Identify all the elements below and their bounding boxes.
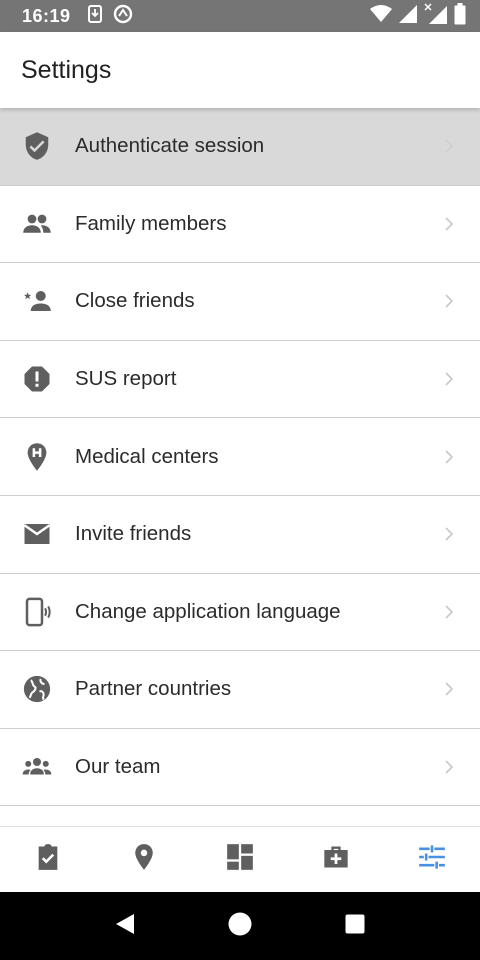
nav-location[interactable]	[96, 827, 192, 892]
chevron-right-icon	[444, 372, 454, 386]
nav-checklist[interactable]	[0, 827, 96, 892]
nav-dashboard[interactable]	[192, 827, 288, 892]
settings-item-label: SUS report	[75, 367, 177, 391]
battery-icon	[454, 2, 466, 30]
settings-item-label: Family members	[75, 211, 227, 235]
settings-item-label: Close friends	[75, 289, 195, 313]
system-navigation-bar	[0, 892, 480, 960]
system-recents-button[interactable]	[298, 892, 413, 960]
location-pin-icon	[130, 843, 158, 876]
chevron-right-icon	[444, 294, 454, 309]
settings-item-invite-friends[interactable]: Invite friends	[0, 495, 480, 574]
phone-vibrate-icon	[20, 595, 54, 629]
settings-item-authenticate-session[interactable]: Authenticate session	[0, 108, 480, 186]
people-icon	[20, 207, 54, 241]
settings-list: Authenticate session Family members Clos…	[0, 108, 480, 826]
home-circle-icon	[227, 911, 253, 942]
settings-item-label: Our team	[75, 755, 161, 779]
signal-icon	[398, 4, 418, 29]
chevron-right-icon	[444, 682, 454, 697]
settings-item-label: Change application language	[75, 599, 341, 623]
settings-item-label: Invite friends	[75, 522, 192, 546]
settings-item-partner-countries[interactable]: Partner countries	[0, 651, 480, 729]
page-title: Settings	[21, 55, 112, 84]
settings-item-label: Partner countries	[75, 677, 232, 701]
shield-check-icon	[20, 129, 54, 163]
recents-square-icon	[344, 913, 366, 940]
chevron-right-icon	[444, 527, 454, 541]
nav-settings[interactable]	[384, 827, 480, 892]
system-home-button[interactable]	[183, 892, 298, 960]
status-notification-icons	[87, 4, 133, 29]
settings-item-sus-report[interactable]: SUS report	[0, 340, 480, 419]
mail-icon	[20, 517, 54, 551]
report-alert-icon	[20, 362, 54, 396]
chevron-right-icon	[444, 139, 454, 153]
screen: 16:19 Settings Authenticate session Fami…	[0, 0, 480, 960]
hospital-pin-icon	[20, 440, 54, 474]
dashboard-icon	[226, 843, 254, 876]
settings-item-change-language[interactable]: Change application language	[0, 573, 480, 652]
sync-notification-icon	[113, 4, 133, 29]
settings-item-label: Authenticate session	[75, 134, 265, 158]
status-system-icons	[370, 2, 466, 30]
settings-sliders-icon	[418, 843, 446, 876]
settings-item-family-members[interactable]: Family members	[0, 185, 480, 264]
settings-item-label: Medical centers	[75, 444, 219, 468]
chevron-right-icon	[444, 217, 454, 231]
back-triangle-icon	[114, 912, 136, 941]
star-person-icon	[20, 284, 54, 318]
signal-no-service-icon	[424, 2, 448, 30]
app-bar: Settings	[0, 32, 480, 108]
nav-medical[interactable]	[288, 827, 384, 892]
settings-item-our-team[interactable]: Our team	[0, 728, 480, 807]
settings-item-medical-centers[interactable]: Medical centers	[0, 418, 480, 496]
chevron-right-icon	[444, 760, 454, 774]
settings-item-close-friends[interactable]: Close friends	[0, 263, 480, 341]
download-notification-icon	[87, 4, 103, 28]
wifi-icon	[370, 4, 392, 28]
medical-bag-icon	[322, 843, 350, 876]
status-time: 16:19	[22, 5, 71, 26]
status-bar: 16:19	[0, 0, 480, 32]
system-back-button[interactable]	[68, 892, 183, 960]
chevron-right-icon	[444, 450, 454, 464]
globe-icon	[20, 672, 54, 706]
chevron-right-icon	[444, 605, 454, 619]
bottom-navigation	[0, 826, 480, 892]
group-icon	[20, 750, 54, 784]
checklist-icon	[34, 843, 62, 876]
